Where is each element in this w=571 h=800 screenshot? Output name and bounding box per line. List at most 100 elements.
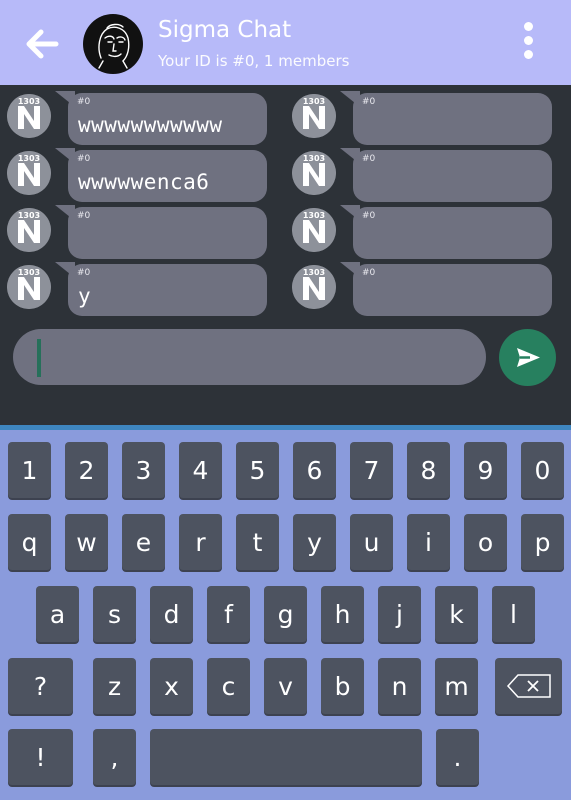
back-button[interactable] bbox=[22, 24, 62, 64]
key-label: e bbox=[135, 527, 152, 557]
key-l[interactable]: l bbox=[492, 586, 535, 642]
message-text: wwwwwwwwwww bbox=[78, 113, 223, 137]
message-bubble[interactable] bbox=[353, 93, 552, 145]
key-7[interactable]: 7 bbox=[350, 442, 393, 498]
key-label: j bbox=[396, 599, 403, 629]
key-label: d bbox=[163, 599, 180, 629]
key-3[interactable]: 3 bbox=[122, 442, 165, 498]
key-f[interactable]: f bbox=[207, 586, 250, 642]
key-i[interactable]: i bbox=[407, 514, 450, 570]
key-5[interactable]: 5 bbox=[236, 442, 279, 498]
key-s[interactable]: s bbox=[93, 586, 136, 642]
sender-avatar[interactable]: 1303 bbox=[292, 208, 336, 252]
key-m[interactable]: m bbox=[435, 658, 478, 714]
badge-number: 1303 bbox=[303, 97, 325, 106]
key-4[interactable]: 4 bbox=[179, 442, 222, 498]
key-label: z bbox=[107, 671, 122, 701]
key-a[interactable]: a bbox=[36, 586, 79, 642]
message-bubble[interactable] bbox=[353, 264, 552, 316]
key-o[interactable]: o bbox=[464, 514, 507, 570]
key-c[interactable]: c bbox=[207, 658, 250, 714]
key-e[interactable]: e bbox=[122, 514, 165, 570]
key-0[interactable]: 0 bbox=[521, 442, 564, 498]
n-badge-icon: 1303 bbox=[292, 208, 336, 252]
key-exclamation[interactable]: ! bbox=[8, 729, 73, 785]
key-z[interactable]: z bbox=[93, 658, 136, 714]
message-sender: #0 bbox=[362, 97, 376, 107]
key-9[interactable]: 9 bbox=[464, 442, 507, 498]
sender-avatar[interactable]: 1303 bbox=[7, 208, 51, 252]
message-sender: #0 bbox=[77, 268, 91, 278]
chat-avatar[interactable] bbox=[83, 14, 143, 74]
space-bar[interactable] bbox=[150, 729, 422, 785]
key-8[interactable]: 8 bbox=[407, 442, 450, 498]
key-label: 8 bbox=[420, 455, 437, 485]
sender-avatar[interactable]: 1303 bbox=[7, 151, 51, 195]
backspace-button[interactable] bbox=[495, 658, 562, 714]
sender-avatar[interactable]: 1303 bbox=[7, 94, 51, 138]
key-label: b bbox=[334, 671, 351, 701]
message-input[interactable] bbox=[13, 329, 486, 385]
key-2[interactable]: 2 bbox=[65, 442, 108, 498]
key-v[interactable]: v bbox=[264, 658, 307, 714]
sender-avatar[interactable]: 1303 bbox=[292, 265, 336, 309]
chat-subtitle: Your ID is #0, 1 members bbox=[158, 52, 350, 70]
key-h[interactable]: h bbox=[321, 586, 364, 642]
key-1[interactable]: 1 bbox=[8, 442, 51, 498]
backspace-icon bbox=[506, 674, 551, 698]
key-label: y bbox=[307, 527, 322, 557]
key-b[interactable]: b bbox=[321, 658, 364, 714]
key-label: i bbox=[425, 527, 432, 557]
message-bubble[interactable] bbox=[353, 150, 552, 202]
sender-avatar[interactable]: 1303 bbox=[292, 94, 336, 138]
key-u[interactable]: u bbox=[350, 514, 393, 570]
key-label: q bbox=[21, 527, 38, 557]
message-sender: #0 bbox=[362, 268, 376, 278]
message-list: 1303 #0 wwwwwwwwwww 1303 #0 1303 #0 wwwwwenca6 1… bbox=[0, 85, 571, 320]
key-label: h bbox=[334, 599, 351, 629]
sender-avatar[interactable]: 1303 bbox=[7, 265, 51, 309]
n-badge-icon: 1303 bbox=[7, 94, 51, 138]
key-comma[interactable]: , bbox=[93, 729, 136, 785]
n-badge-icon: 1303 bbox=[7, 265, 51, 309]
key-label: ! bbox=[35, 742, 46, 772]
key-q[interactable]: q bbox=[8, 514, 51, 570]
key-t[interactable]: t bbox=[236, 514, 279, 570]
key-label: 3 bbox=[135, 455, 152, 485]
key-g[interactable]: g bbox=[264, 586, 307, 642]
key-p[interactable]: p bbox=[521, 514, 564, 570]
key-n[interactable]: n bbox=[378, 658, 421, 714]
key-period[interactable]: . bbox=[436, 729, 479, 785]
key-label: . bbox=[453, 742, 462, 772]
key-label: m bbox=[444, 671, 469, 701]
key-label: , bbox=[110, 742, 119, 772]
key-w[interactable]: w bbox=[65, 514, 108, 570]
key-6[interactable]: 6 bbox=[293, 442, 336, 498]
key-label: w bbox=[76, 527, 97, 557]
n-badge-icon: 1303 bbox=[7, 208, 51, 252]
key-label: c bbox=[221, 671, 236, 701]
chat-title: Sigma Chat bbox=[158, 17, 292, 43]
app-header: Sigma Chat Your ID is #0, 1 members bbox=[0, 0, 571, 85]
key-question[interactable]: ? bbox=[8, 658, 73, 714]
key-d[interactable]: d bbox=[150, 586, 193, 642]
key-label: f bbox=[224, 599, 233, 629]
badge-number: 1303 bbox=[303, 268, 325, 277]
message-bubble[interactable] bbox=[68, 264, 267, 316]
key-label: 4 bbox=[192, 455, 209, 485]
face-sketch-icon bbox=[98, 23, 130, 69]
message-bubble[interactable] bbox=[353, 207, 552, 259]
sender-avatar[interactable]: 1303 bbox=[292, 151, 336, 195]
message-text: y bbox=[78, 284, 92, 308]
key-y[interactable]: y bbox=[293, 514, 336, 570]
badge-number: 1303 bbox=[303, 211, 325, 220]
message-sender: #0 bbox=[77, 97, 91, 107]
message-sender: #0 bbox=[77, 154, 91, 164]
key-x[interactable]: x bbox=[150, 658, 193, 714]
key-r[interactable]: r bbox=[179, 514, 222, 570]
key-k[interactable]: k bbox=[435, 586, 478, 642]
message-bubble[interactable] bbox=[68, 207, 267, 259]
send-button[interactable] bbox=[499, 329, 556, 386]
more-vertical-icon[interactable] bbox=[516, 22, 540, 62]
key-j[interactable]: j bbox=[378, 586, 421, 642]
